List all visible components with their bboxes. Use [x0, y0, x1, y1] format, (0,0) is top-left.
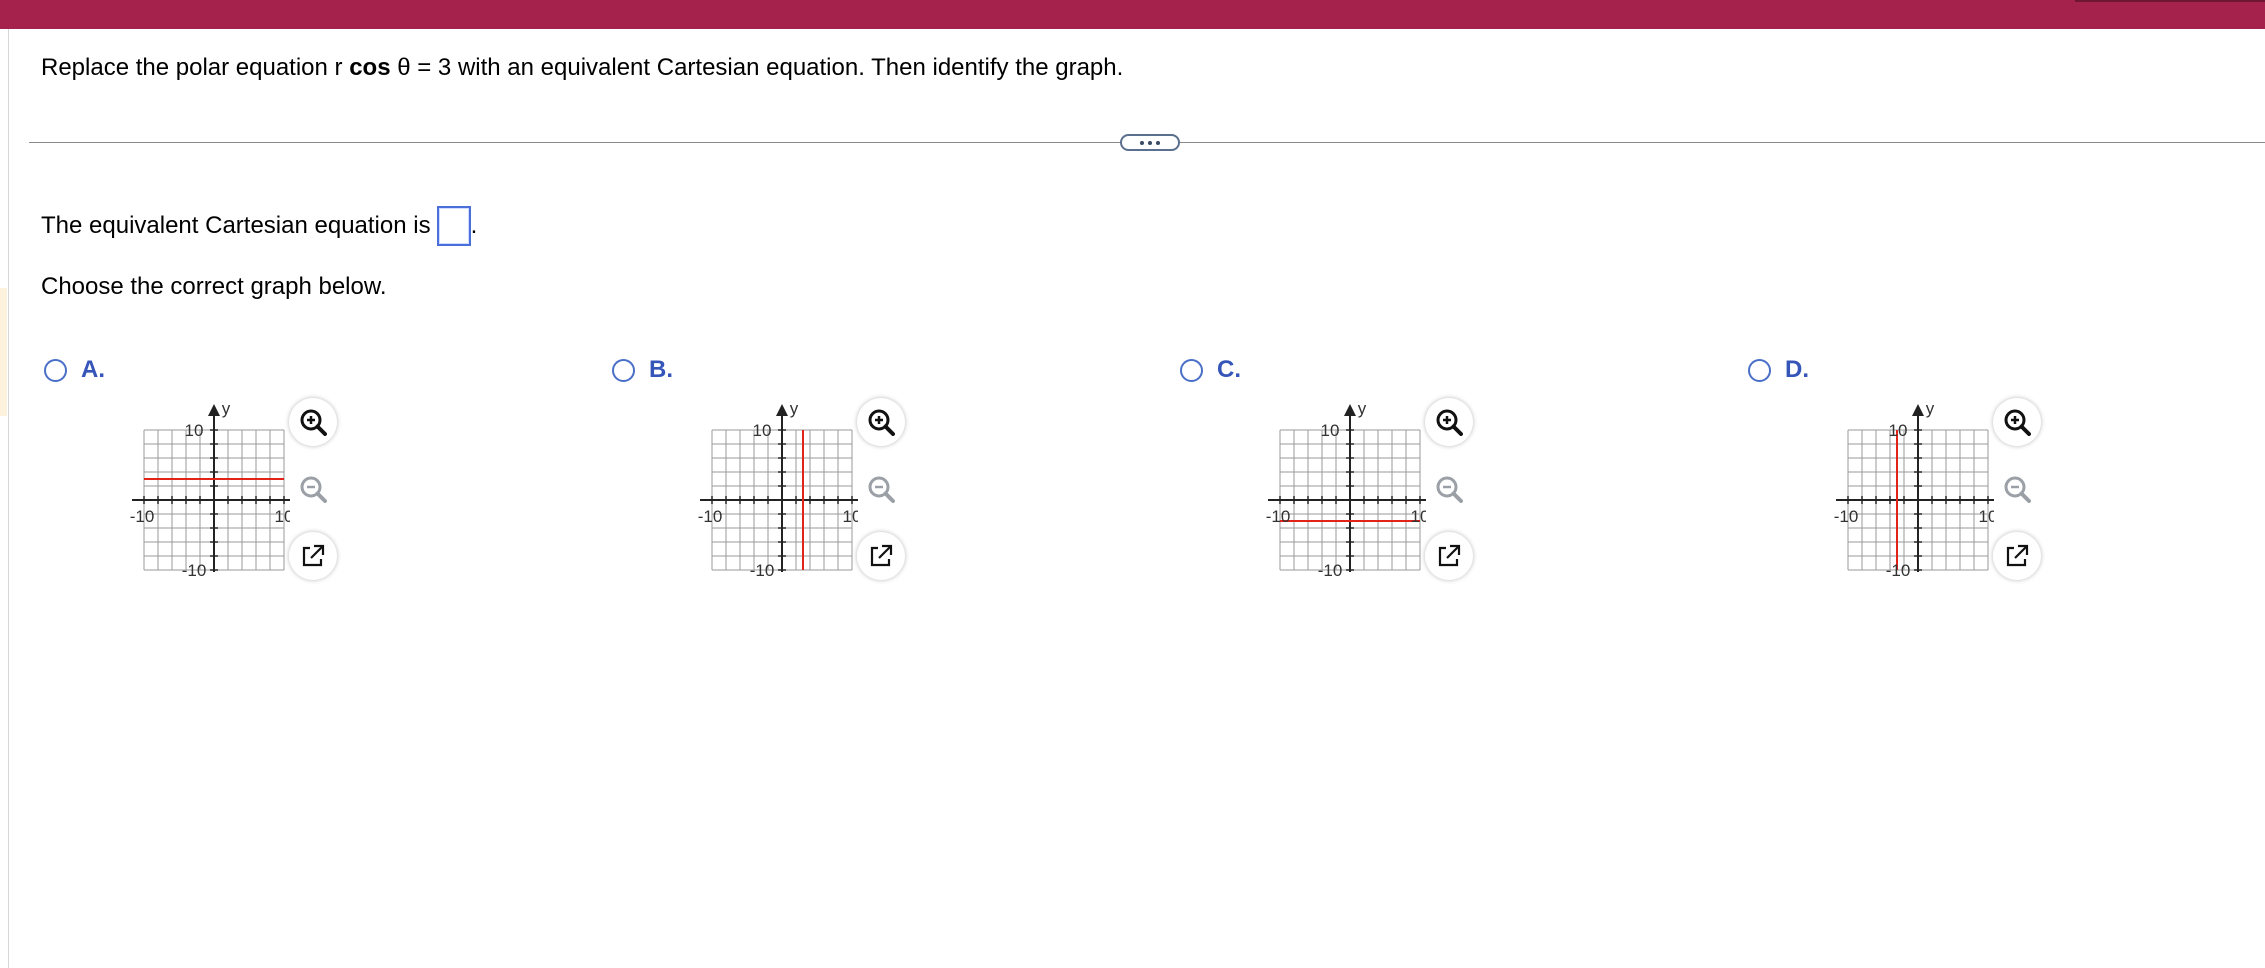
y-axis-arrow: [1344, 404, 1356, 416]
zoom-in-button[interactable]: [1993, 398, 2041, 446]
question-suffix: θ = 3 with an equivalent Cartesian equat…: [390, 54, 1124, 81]
option-d: D.yx10-10-1010: [1748, 350, 2265, 590]
y-axis-arrow: [776, 404, 788, 416]
more-dot: [1148, 140, 1152, 145]
popout-button[interactable]: [1425, 532, 1473, 580]
zoom-out-icon: [300, 476, 327, 503]
option-b: B.yx10-10-1010: [612, 350, 1172, 590]
zoom-out-icon: [2004, 476, 2031, 503]
x-min-label: -10: [130, 507, 155, 526]
option-letter: B.: [649, 356, 673, 383]
x-max-label: 10: [1411, 507, 1426, 526]
answer-prompt: The equivalent Cartesian equation is: [41, 212, 431, 239]
zoom-out-button[interactable]: [1993, 465, 2041, 513]
x-min-label: -10: [1266, 507, 1291, 526]
y-max-label: 10: [753, 421, 772, 440]
zoom-in-button[interactable]: [1425, 398, 1473, 446]
option-graph: yx10-10-1010: [1834, 399, 1994, 580]
zoom-in-icon: [1436, 409, 1463, 436]
left-border: [8, 29, 9, 968]
expand-more-button[interactable]: [1120, 134, 1180, 151]
answer-line: The equivalent Cartesian equation is .: [41, 206, 477, 246]
answer-input-box[interactable]: [436, 206, 471, 246]
zoom-in-icon: [868, 409, 895, 436]
y-axis-label: y: [1358, 399, 1367, 418]
option-letter: C.: [1217, 356, 1241, 383]
choose-instruction: Choose the correct graph below.: [41, 273, 387, 300]
x-max-label: 10: [1979, 507, 1994, 526]
zoom-out-icon: [1436, 476, 1463, 503]
x-min-label: -10: [698, 507, 723, 526]
zoom-in-button[interactable]: [289, 398, 337, 446]
y-min-label: -10: [1318, 561, 1343, 580]
option-radio-row[interactable]: D.: [1748, 356, 1809, 384]
zoom-out-button[interactable]: [289, 465, 337, 513]
popout-button[interactable]: [1993, 532, 2041, 580]
option-letter: D.: [1785, 356, 1809, 383]
radio-button[interactable]: [1748, 358, 1771, 382]
popout-icon: [302, 544, 325, 567]
popout-button[interactable]: [289, 532, 337, 580]
x-min-label: -10: [1834, 507, 1859, 526]
header-accent: [2075, 0, 2265, 2]
more-dot: [1140, 140, 1144, 145]
question-prefix: Replace the polar equation r: [41, 54, 350, 81]
option-radio-row[interactable]: A.: [44, 356, 105, 384]
y-axis-label: y: [790, 399, 799, 418]
zoom-out-icon: [868, 476, 895, 503]
option-a: A.yx10-10-1010: [44, 350, 604, 590]
y-min-label: -10: [182, 561, 207, 580]
y-min-label: -10: [1886, 561, 1911, 580]
y-max-label: 10: [185, 421, 204, 440]
y-min-label: -10: [750, 561, 775, 580]
popout-icon: [870, 544, 893, 567]
option-radio-row[interactable]: B.: [612, 356, 673, 384]
popout-icon: [1438, 544, 1461, 567]
x-max-label: 10: [843, 507, 858, 526]
zoom-in-icon: [2004, 409, 2031, 436]
popout-icon: [2006, 544, 2029, 567]
zoom-in-icon: [300, 409, 327, 436]
option-graph: yx10-10-1010: [698, 399, 858, 580]
y-max-label: 10: [1321, 421, 1340, 440]
left-highlight-tab: [0, 288, 7, 416]
question-text: Replace the polar equation r cos θ = 3 w…: [41, 53, 1123, 83]
option-radio-row[interactable]: C.: [1180, 356, 1241, 384]
option-letter: A.: [81, 356, 105, 383]
y-axis-label: y: [222, 399, 231, 418]
y-axis-arrow: [208, 404, 220, 416]
radio-button[interactable]: [44, 358, 67, 382]
option-graph: yx10-10-1010: [130, 399, 290, 580]
answer-period: .: [470, 212, 478, 239]
header-bar: [0, 0, 2265, 29]
y-axis-arrow: [1912, 404, 1924, 416]
zoom-in-button[interactable]: [857, 398, 905, 446]
zoom-out-button[interactable]: [857, 465, 905, 513]
radio-button[interactable]: [612, 358, 635, 382]
more-dot: [1156, 140, 1160, 145]
option-c: C.yx10-10-1010: [1180, 350, 1740, 590]
popout-button[interactable]: [857, 532, 905, 580]
option-graph: yx10-10-1010: [1266, 399, 1426, 580]
radio-button[interactable]: [1180, 358, 1203, 382]
x-max-label: 10: [275, 507, 290, 526]
question-cos: cos: [349, 54, 391, 81]
y-axis-label: y: [1926, 399, 1935, 418]
y-max-label: 10: [1889, 421, 1908, 440]
zoom-out-button[interactable]: [1425, 465, 1473, 513]
